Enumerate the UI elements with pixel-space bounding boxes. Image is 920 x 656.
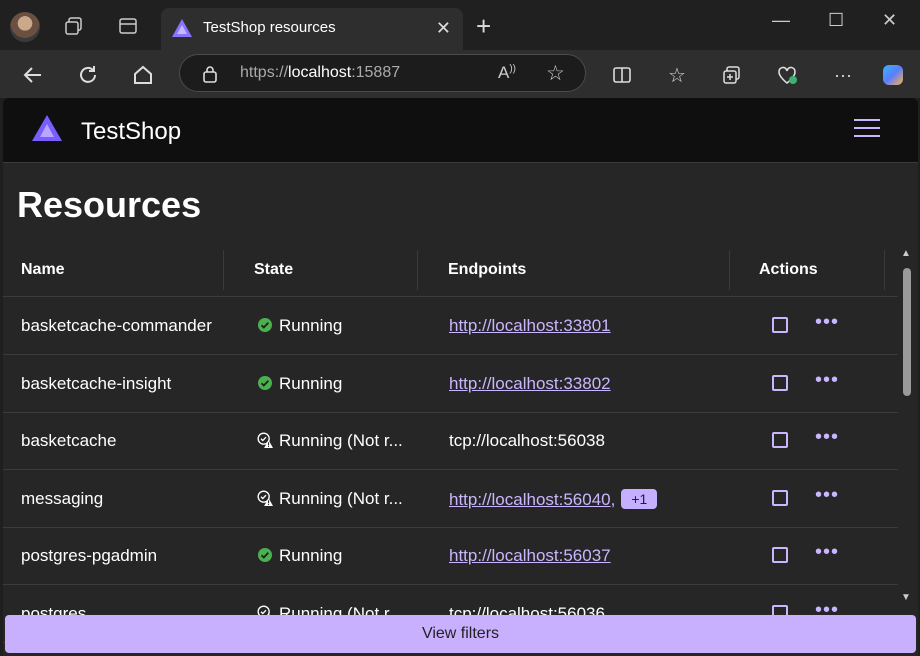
resource-endpoints: http://localhost:33802: [449, 374, 611, 394]
endpoint-link[interactable]: http://localhost:56037: [449, 546, 611, 565]
state-label: Running: [279, 373, 343, 393]
view-details-checkbox[interactable]: [772, 317, 788, 333]
column-header-actions[interactable]: Actions: [759, 261, 818, 279]
table-row[interactable]: postgres-pgadmin Running http://localhost:…: [3, 527, 898, 585]
view-filters-button[interactable]: View filters: [5, 615, 916, 653]
resource-endpoints: tcp://localhost:56038: [449, 431, 605, 451]
state-label: Running (Not r...: [279, 488, 403, 508]
view-details-checkbox[interactable]: [772, 432, 788, 448]
column-divider[interactable]: [223, 250, 224, 290]
add-collection-icon[interactable]: [719, 62, 745, 88]
resource-state: Running: [257, 546, 342, 566]
resource-state: Running: [257, 374, 342, 394]
not-ready-warning-icon: [257, 489, 273, 506]
resource-state: Running (Not r...: [257, 489, 403, 509]
scroll-up-icon[interactable]: ▲: [901, 248, 911, 259]
view-details-checkbox[interactable]: [772, 489, 788, 506]
table-header: Name State Endpoints Actions: [3, 246, 898, 297]
resource-name: postgres-pgadmin: [21, 546, 158, 565]
vertical-tabs-icon[interactable]: [116, 14, 140, 38]
browser-navbar: https://localhost:15887 A)) ☆ ☆ ···: [0, 50, 920, 98]
active-tab[interactable]: TestShop resources ✕: [161, 8, 463, 50]
more-actions-icon[interactable]: •••: [815, 541, 839, 564]
more-actions-icon[interactable]: •••: [815, 311, 839, 334]
view-details-checkbox[interactable]: [772, 547, 788, 563]
table-row[interactable]: basketcache-commander Running http://local…: [3, 297, 898, 355]
app-brand: TestShop: [81, 118, 182, 145]
resource-name: basketcache-commander: [21, 316, 212, 335]
favorite-star-icon[interactable]: ☆: [546, 61, 565, 86]
column-header-endpoints[interactable]: Endpoints: [448, 261, 526, 279]
dashboard-app: TestShop Resources Name State Endpoints …: [3, 98, 918, 656]
copilot-icon[interactable]: [880, 62, 906, 88]
address-bar[interactable]: https://localhost:15887 A)) ☆: [179, 54, 586, 92]
tab-title: TestShop resources: [203, 19, 336, 36]
running-check-icon: [258, 548, 272, 562]
close-tab-icon[interactable]: ✕: [436, 18, 451, 39]
browser-tabstrip: TestShop resources ✕ + — ☐ ✕: [0, 0, 920, 50]
more-actions-icon[interactable]: •••: [815, 369, 839, 392]
more-actions-icon[interactable]: •••: [815, 484, 839, 507]
table-row[interactable]: messaging Running (Not r... http://localho…: [3, 470, 898, 528]
state-label: Running (Not r...: [279, 431, 403, 450]
view-details-checkbox[interactable]: [772, 374, 788, 391]
column-header-name[interactable]: Name: [21, 261, 65, 279]
state-label: Running: [279, 316, 343, 335]
scroll-down-icon[interactable]: ▼: [901, 592, 911, 603]
resource-endpoints: http://localhost:33801: [449, 316, 611, 336]
maximize-icon[interactable]: ☐: [828, 10, 844, 31]
minimize-icon[interactable]: —: [772, 10, 790, 31]
home-icon[interactable]: [130, 62, 156, 88]
collections-icon[interactable]: [62, 14, 86, 38]
more-endpoints-badge[interactable]: +1: [621, 488, 658, 509]
new-tab-icon[interactable]: +: [476, 13, 491, 39]
split-screen-icon[interactable]: [609, 62, 635, 88]
column-header-state[interactable]: State: [254, 261, 293, 279]
read-aloud-icon[interactable]: A)): [498, 63, 516, 83]
more-actions-icon[interactable]: •••: [815, 426, 839, 449]
table-row[interactable]: basketcache Running (Not r... tcp://localh…: [3, 412, 898, 470]
endpoint-text: tcp://localhost:56038: [449, 431, 605, 450]
profile-avatar[interactable]: [10, 12, 40, 42]
resource-state: Running: [257, 316, 342, 336]
hamburger-menu-icon[interactable]: [854, 119, 880, 139]
page-title: Resources: [17, 184, 202, 225]
running-check-icon: [258, 318, 272, 332]
endpoint-link[interactable]: http://localhost:33802: [449, 374, 611, 393]
endpoint-link[interactable]: http://localhost:56040,: [449, 490, 615, 509]
close-window-icon[interactable]: ✕: [882, 10, 897, 31]
column-divider[interactable]: [417, 250, 418, 290]
resource-endpoints: http://localhost:56040, +1: [449, 488, 658, 510]
aspire-logo-icon: [172, 19, 192, 37]
column-divider[interactable]: [729, 250, 730, 290]
column-divider[interactable]: [884, 250, 885, 290]
resource-endpoints: http://localhost:56037: [449, 546, 611, 566]
resource-state: Running (Not r...: [257, 431, 403, 451]
scrollbar-thumb[interactable]: [903, 268, 911, 396]
favorites-icon[interactable]: ☆: [664, 62, 690, 88]
table-row[interactable]: basketcache-insight Running http://localho…: [3, 355, 898, 413]
back-icon[interactable]: [20, 62, 46, 88]
resource-name: basketcache-insight: [21, 373, 172, 393]
resource-name: basketcache: [21, 431, 117, 450]
refresh-icon[interactable]: [75, 62, 101, 88]
more-menu-icon[interactable]: ···: [830, 62, 856, 88]
not-ready-warning-icon: [257, 432, 273, 448]
state-label: Running: [279, 546, 343, 565]
resource-name: messaging: [21, 488, 104, 508]
lock-icon[interactable]: [202, 65, 218, 83]
browser-essentials-icon[interactable]: [774, 62, 800, 88]
running-check-icon: [258, 375, 272, 390]
url-text: https://localhost:15887: [240, 64, 401, 81]
aspire-logo-icon: [32, 115, 62, 141]
endpoint-link[interactable]: http://localhost:33801: [449, 316, 611, 335]
app-header: TestShop: [3, 98, 918, 163]
